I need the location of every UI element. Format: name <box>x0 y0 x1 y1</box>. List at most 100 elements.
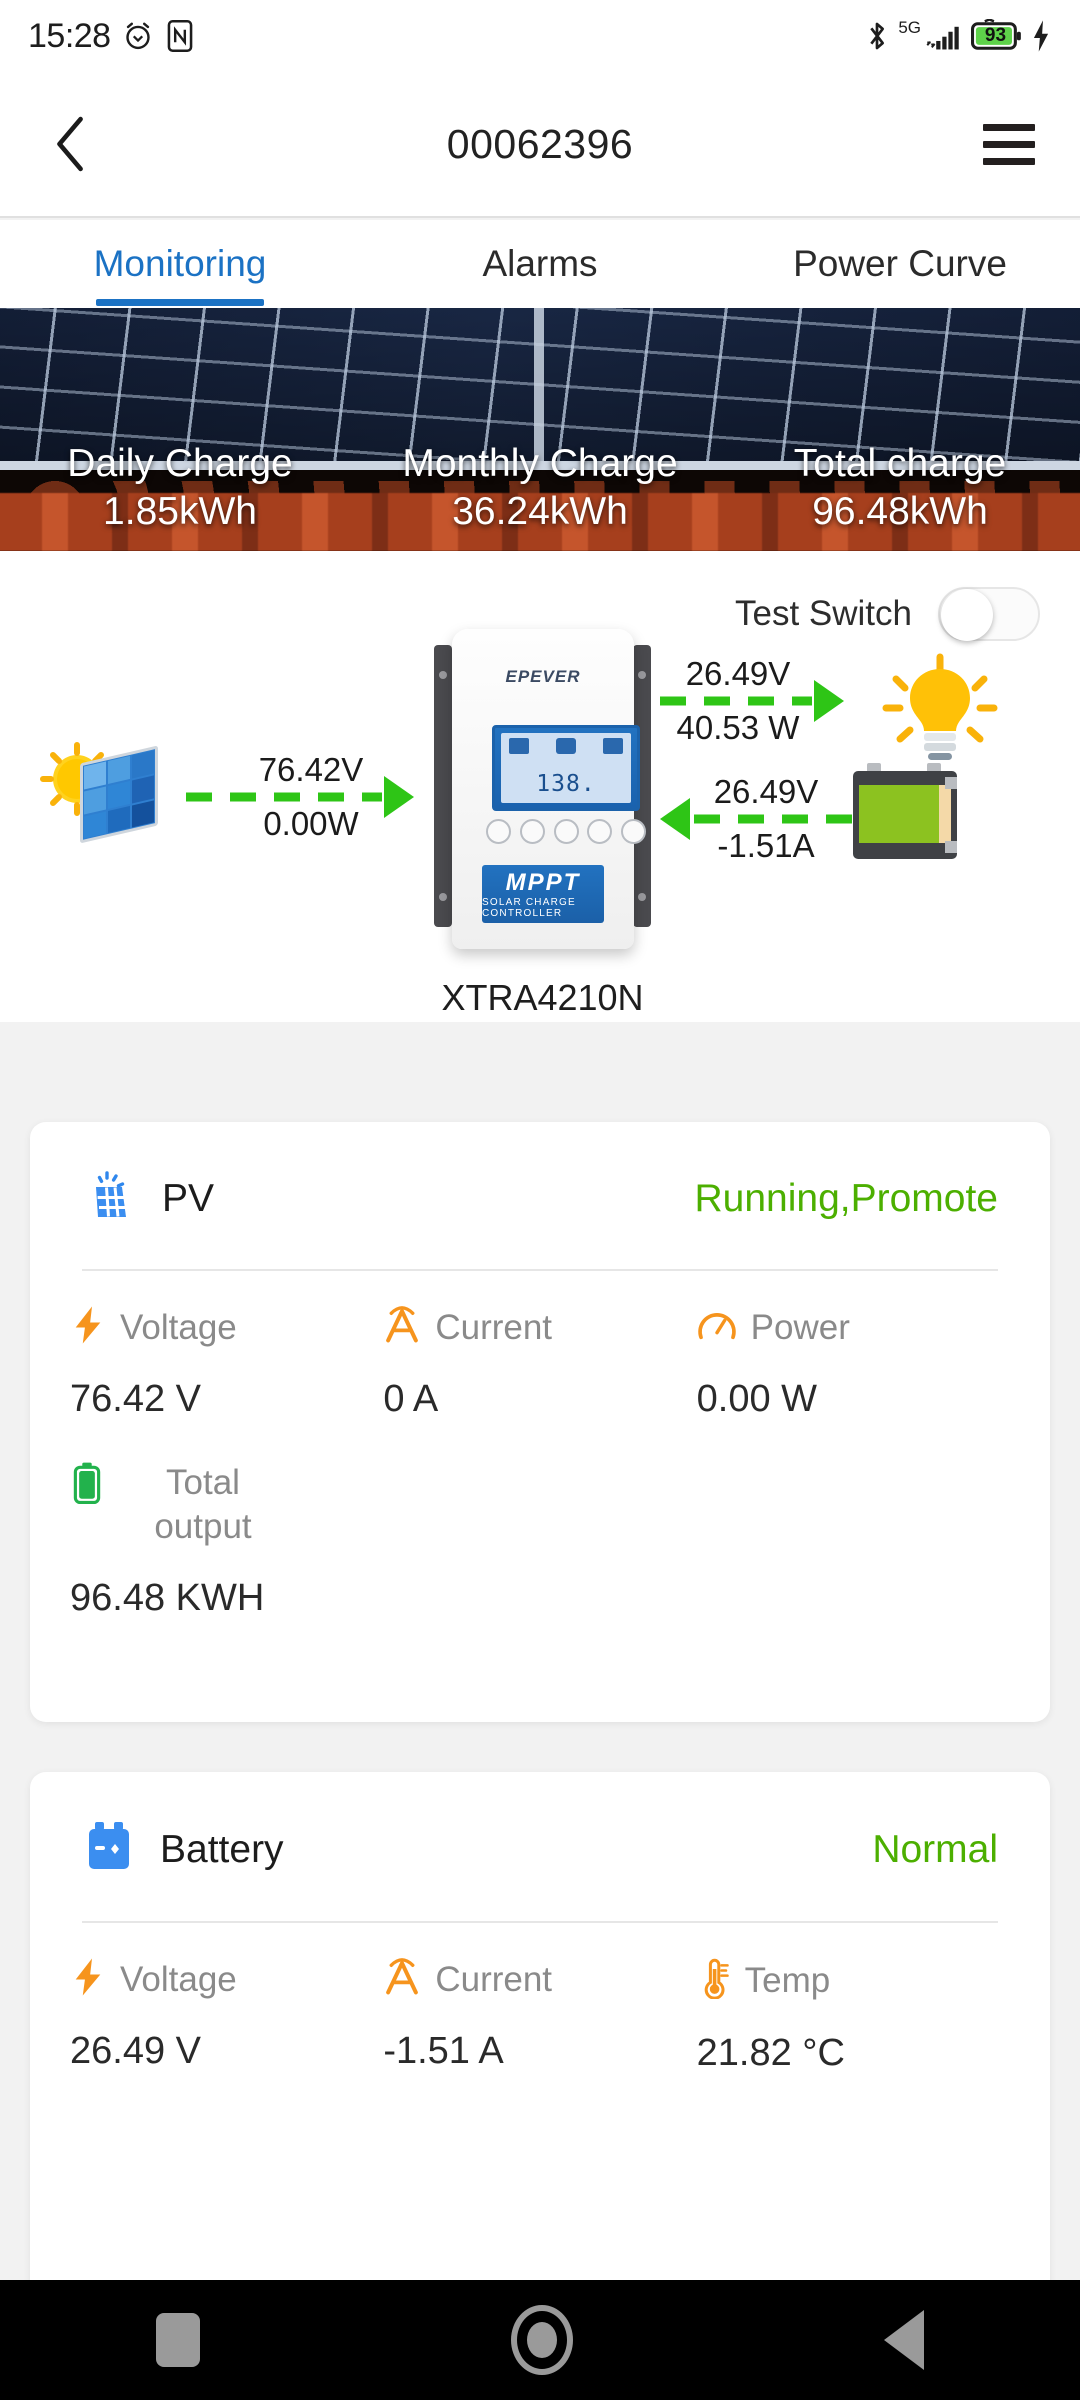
temperature-icon <box>697 1957 731 2004</box>
total-charge-value: 96.48kWh <box>812 490 988 534</box>
pv-card-title: PV <box>162 1176 215 1220</box>
load-flow-power: 40.53 W <box>676 709 800 746</box>
controller-body: EPEVER 138. MPPT SOLAR CHARGE CONTROLLER <box>452 629 646 949</box>
tab-bar: Monitoring Alarms Power Curve <box>0 220 1080 308</box>
lcd-status-icons <box>509 738 623 754</box>
pv-power-label: Power <box>750 1307 850 1347</box>
mppt-label: MPPT <box>505 869 581 896</box>
pv-power-value: 0.00 W <box>696 1378 818 1420</box>
triangle-back-icon[interactable] <box>884 2310 925 2370</box>
light-bulb-icon <box>882 653 998 760</box>
pv-current-value: 0 A <box>383 1378 439 1420</box>
total-output-battery-icon <box>70 1461 104 1510</box>
tab-alarms[interactable]: Alarms <box>360 220 720 308</box>
pv-voltage-label: Voltage <box>120 1307 237 1347</box>
hamburger-menu-icon[interactable] <box>974 109 1044 179</box>
square-recents-icon[interactable] <box>155 2313 200 2367</box>
pv-metrics-row-1: Voltage 76.42 V Current 0 A Power 0.00 W <box>30 1271 1050 1421</box>
pv-status-badge: Running,Promote <box>694 1176 998 1220</box>
battery-block-icon <box>853 763 957 859</box>
app-screen: 15:28 5G 93 00062396 Monitoring Alarms P… <box>0 0 1080 2400</box>
tab-power-curve[interactable]: Power Curve <box>720 220 1080 308</box>
pv-total-output-label: Total output <box>154 1463 252 1546</box>
test-switch-label: Test Switch <box>735 594 912 633</box>
battery-temp-metric: Temp 21.82 °C <box>697 1957 1010 2075</box>
mppt-sublabel: SOLAR CHARGE CONTROLLER <box>482 897 576 919</box>
power-gauge-icon <box>697 1305 737 1350</box>
tab-monitoring[interactable]: Monitoring <box>0 220 360 308</box>
voltage-bolt-icon <box>70 1305 106 1350</box>
battery-current-label: Current <box>435 1959 553 1999</box>
controller-lcd: 138. <box>492 725 640 811</box>
pv-current-label: Current <box>435 1307 553 1347</box>
pv-card: PV Running,Promote Voltage 76.42 V Curre… <box>30 1122 1050 1722</box>
banner-stat-monthly: Monthly Charge 36.24kWh <box>360 441 720 537</box>
page-title: 00062396 <box>446 120 634 167</box>
battery-metrics-row-1: Voltage 26.49 V Current -1.51 A Temp 21.… <box>30 1923 1050 2075</box>
battery-card-title: Battery <box>160 1827 284 1871</box>
controller-button-1[interactable] <box>486 819 511 844</box>
android-navigation-bar <box>0 2280 1080 2400</box>
charging-bolt-icon <box>1030 19 1052 53</box>
controller-brand: EPEVER <box>505 667 581 686</box>
monthly-charge-label: Monthly Charge <box>402 442 678 486</box>
battery-card-icon <box>82 1818 136 1881</box>
load-bulb-node <box>880 653 1000 763</box>
bluetooth-icon <box>863 19 891 53</box>
battery-percent-label: 93 <box>984 25 1007 46</box>
pv-spacer-1 <box>383 1461 696 1620</box>
alarm-clock-icon <box>121 19 155 53</box>
controller-button-5[interactable] <box>621 819 646 844</box>
cellular-signal-icon <box>924 19 964 53</box>
battery-current-metric: Current -1.51 A <box>383 1957 696 2075</box>
lcd-load-icon <box>603 738 623 754</box>
energy-flow-diagram: Test Switch 76.42V 0.00W EPEVER 138. MPP… <box>0 551 1080 1022</box>
banner-stats: Daily Charge 1.85kWh Monthly Charge 36.2… <box>0 308 1080 551</box>
battery-status-icon: 93 <box>971 19 1023 53</box>
pv-card-header: PV Running,Promote <box>30 1122 1050 1229</box>
battery-current-value: -1.51 A <box>383 2030 504 2072</box>
solar-panel-node <box>30 737 176 857</box>
banner-stat-daily: Daily Charge 1.85kWh <box>0 441 360 537</box>
load-flow-arrow-right <box>814 680 844 722</box>
battery-voltage-label: Voltage <box>120 1959 237 1999</box>
status-bar-left: 15:28 <box>28 17 195 56</box>
nfc-icon <box>165 19 195 53</box>
charge-controller-node: EPEVER 138. MPPT SOLAR CHARGE CONTROLLER… <box>430 629 655 1018</box>
current-amp-icon <box>383 1957 421 2002</box>
controller-button-row <box>486 819 646 844</box>
pv-voltage-value: 76.42 V <box>70 1378 201 1420</box>
test-switch-row: Test Switch <box>735 587 1040 641</box>
controller-button-3[interactable] <box>553 819 579 844</box>
battery-node <box>845 757 975 877</box>
current-amp-icon <box>383 1305 421 1350</box>
controller-button-2[interactable] <box>519 819 545 844</box>
pv-panel-icon <box>82 1168 138 1229</box>
circle-home-icon[interactable] <box>510 2305 573 2375</box>
battery-flow-current: -1.51A <box>717 827 815 864</box>
test-switch-toggle[interactable] <box>938 587 1040 641</box>
pv-total-output-metric: Total output 96.48 KWH <box>70 1461 383 1620</box>
controller-model-label: XTRA4210N <box>441 977 644 1018</box>
total-charge-label: Total charge <box>793 442 1007 486</box>
lcd-battery-icon <box>556 738 576 754</box>
daily-charge-label: Daily Charge <box>67 442 293 486</box>
battery-voltage-metric: Voltage 26.49 V <box>70 1957 383 2075</box>
lcd-value: 138. <box>536 771 596 797</box>
lcd-pv-icon <box>509 738 529 754</box>
pv-flow: 76.42V 0.00W <box>186 751 436 842</box>
controller-rail-left <box>434 645 452 927</box>
controller-mppt-band: MPPT SOLAR CHARGE CONTROLLER <box>482 865 604 923</box>
battery-flow-line <box>694 814 854 824</box>
controller-button-4[interactable] <box>587 819 613 844</box>
battery-flow-voltage: 26.49V <box>713 773 819 810</box>
pv-flow-power: 0.00W <box>263 805 359 842</box>
battery-card-header: Battery Normal <box>30 1772 1050 1881</box>
pv-spacer-2 <box>697 1461 1010 1620</box>
load-flow-voltage: 26.49V <box>685 655 791 692</box>
back-button[interactable] <box>36 109 106 179</box>
network-type-label: 5G <box>898 17 921 37</box>
pv-metrics-row-2: Total output 96.48 KWH <box>30 1421 1050 1620</box>
monthly-charge-value: 36.24kWh <box>452 490 628 534</box>
battery-status-badge: Normal <box>872 1827 998 1871</box>
